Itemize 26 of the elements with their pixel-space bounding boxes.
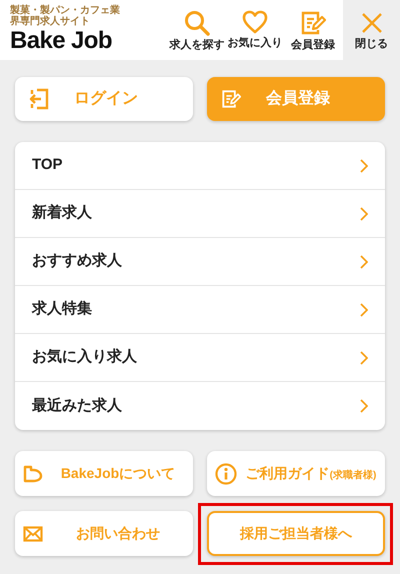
chevron-right-icon (360, 302, 368, 316)
site-logo[interactable]: Bake Job (10, 27, 130, 55)
heart-icon (242, 10, 268, 34)
menu-item[interactable]: 新着求人 (15, 190, 385, 238)
menu-item[interactable]: お気に入り求人 (15, 334, 385, 382)
menu-item[interactable]: おすすめ求人 (15, 238, 385, 286)
bag-icon (23, 464, 43, 482)
chevron-right-icon (360, 399, 368, 413)
register-button[interactable]: 会員登録 (285, 2, 341, 58)
edit-icon (221, 89, 241, 109)
chevron-right-icon (360, 350, 368, 364)
menu-item[interactable]: 求人特集 (15, 286, 385, 334)
close-icon (360, 12, 382, 34)
menu-item[interactable]: TOP (15, 142, 385, 190)
site-tagline: 製菓・製パン・カフェ業界専門求人サイト (10, 5, 120, 27)
menu-item[interactable]: 最近みた求人 (15, 382, 385, 430)
chevron-right-icon (360, 206, 368, 220)
search-icon (184, 10, 210, 36)
edit-icon (300, 10, 326, 36)
chevron-right-icon (360, 158, 368, 172)
login-icon (29, 88, 49, 110)
search-button[interactable]: 求人を探す (169, 2, 225, 58)
favorites-button[interactable]: お気に入り (227, 2, 283, 58)
info-icon (215, 462, 237, 484)
chevron-right-icon (360, 254, 368, 268)
mail-icon (23, 526, 43, 542)
